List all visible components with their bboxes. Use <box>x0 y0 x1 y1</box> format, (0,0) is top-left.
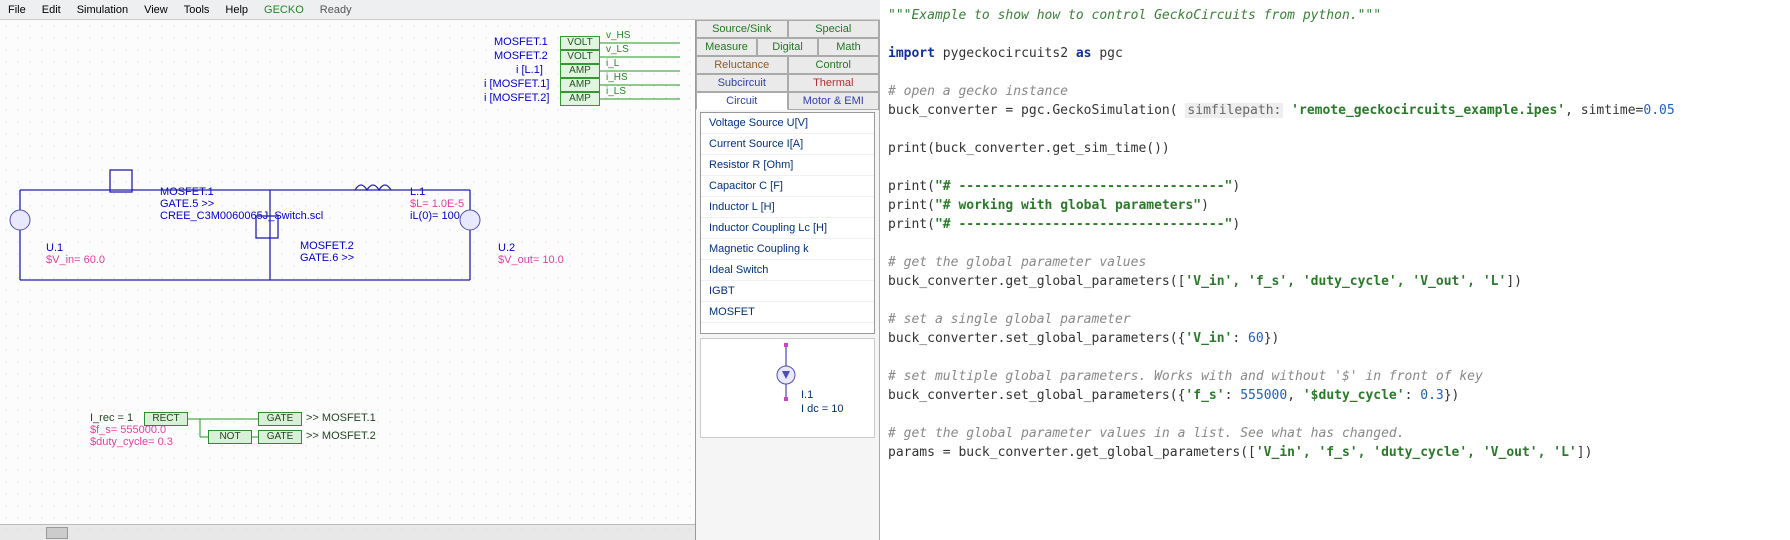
list-item[interactable]: Ideal Switch <box>701 260 874 281</box>
dc-label: $duty_cycle= 0.3 <box>90 436 173 448</box>
u2-label: U.2 <box>498 242 515 254</box>
scope-box-0[interactable]: VOLT <box>560 36 600 50</box>
list-item[interactable]: Inductor L [H] <box>701 197 874 218</box>
list-item[interactable]: MOSFET <box>701 302 874 323</box>
list-item[interactable]: Resistor R [Ohm] <box>701 155 874 176</box>
scope-label-2: i [L.1] <box>516 64 543 76</box>
mosfet2-gate-label: GATE.6 >> <box>300 252 354 264</box>
component-palette: Source/Sink Special Measure Digital Math… <box>696 20 880 540</box>
menu-help[interactable]: Help <box>217 2 256 18</box>
menu-simulation[interactable]: Simulation <box>69 2 136 18</box>
tab-circuit[interactable]: Circuit <box>696 92 788 110</box>
list-item[interactable]: IGBT <box>701 281 874 302</box>
tab-thermal[interactable]: Thermal <box>788 74 880 92</box>
scope-label-0: MOSFET.1 <box>494 36 548 48</box>
scope-label-1: MOSFET.2 <box>494 50 548 62</box>
schematic-canvas[interactable]: MOSFET.1 MOSFET.2 i [L.1] i [MOSFET.1] i… <box>0 20 696 540</box>
code-editor[interactable]: """Example to show how to control GeckoC… <box>880 0 1790 540</box>
tab-source-sink[interactable]: Source/Sink <box>696 20 788 38</box>
scope-box-1[interactable]: VOLT <box>560 50 600 64</box>
u1-value-label: $V_in= 60.0 <box>46 254 105 266</box>
mosfet1-gate-label: GATE.5 >> <box>160 198 214 210</box>
scope-box-3[interactable]: AMP <box>560 78 600 92</box>
list-item[interactable]: Voltage Source U[V] <box>701 113 874 134</box>
tab-motor-emi[interactable]: Motor & EMI <box>788 92 880 110</box>
tab-math[interactable]: Math <box>818 38 879 56</box>
scope-box-4[interactable]: AMP <box>560 92 600 106</box>
menu-view[interactable]: View <box>136 2 176 18</box>
tab-subcircuit[interactable]: Subcircuit <box>696 74 788 92</box>
scope-label-3: i [MOSFET.1] <box>484 78 549 90</box>
list-item[interactable]: Inductor Coupling Lc [H] <box>701 218 874 239</box>
status-ready-label: Ready <box>312 2 360 18</box>
list-item[interactable]: Current Source I[A] <box>701 134 874 155</box>
menu-edit[interactable]: Edit <box>34 2 69 18</box>
scope-net-2: i_L <box>606 58 619 69</box>
mosfet1-label: MOSFET.1 <box>160 186 214 198</box>
component-preview: I.1 I dc = 10 <box>700 338 875 438</box>
app-name-label: GECKO <box>256 2 312 18</box>
mosfet1-model-label: CREE_C3M0060065J_Switch.scl <box>160 210 323 222</box>
inductor-ic-label: iL(0)= 100 <box>410 210 460 222</box>
scope-net-0: v_HS <box>606 30 630 41</box>
u2-value-label: $V_out= 10.0 <box>498 254 564 266</box>
out2-label: >> MOSFET.2 <box>306 430 376 442</box>
tab-measure[interactable]: Measure <box>696 38 757 56</box>
not-block[interactable]: NOT <box>208 430 252 444</box>
gate2-block[interactable]: GATE <box>258 430 302 444</box>
tab-digital[interactable]: Digital <box>757 38 818 56</box>
tab-reluctance[interactable]: Reluctance <box>696 56 788 74</box>
preview-label-2: I dc = 10 <box>801 403 844 415</box>
rect-block[interactable]: RECT <box>144 412 188 426</box>
menu-file[interactable]: File <box>0 2 34 18</box>
out1-label: >> MOSFET.1 <box>306 412 376 424</box>
menu-tools[interactable]: Tools <box>176 2 218 18</box>
list-item[interactable]: Capacitor C [F] <box>701 176 874 197</box>
u1-label: U.1 <box>46 242 63 254</box>
scope-label-4: i [MOSFET.2] <box>484 92 549 104</box>
inductor-value-label: $L= 1.0E-5 <box>410 198 464 210</box>
component-list[interactable]: Voltage Source U[V] Current Source I[A] … <box>700 112 875 334</box>
rec-label: I_rec = 1 <box>90 412 133 424</box>
tab-special[interactable]: Special <box>788 20 880 38</box>
preview-label-1: I.1 <box>801 389 813 401</box>
tab-control[interactable]: Control <box>788 56 880 74</box>
scope-net-1: v_LS <box>606 44 629 55</box>
list-item[interactable]: Magnetic Coupling k <box>701 239 874 260</box>
scope-box-2[interactable]: AMP <box>560 64 600 78</box>
inductor-label: L.1 <box>410 186 425 198</box>
scope-net-4: i_LS <box>606 86 626 97</box>
gate1-block[interactable]: GATE <box>258 412 302 426</box>
scope-net-3: i_HS <box>606 72 628 83</box>
mosfet2-label: MOSFET.2 <box>300 240 354 252</box>
